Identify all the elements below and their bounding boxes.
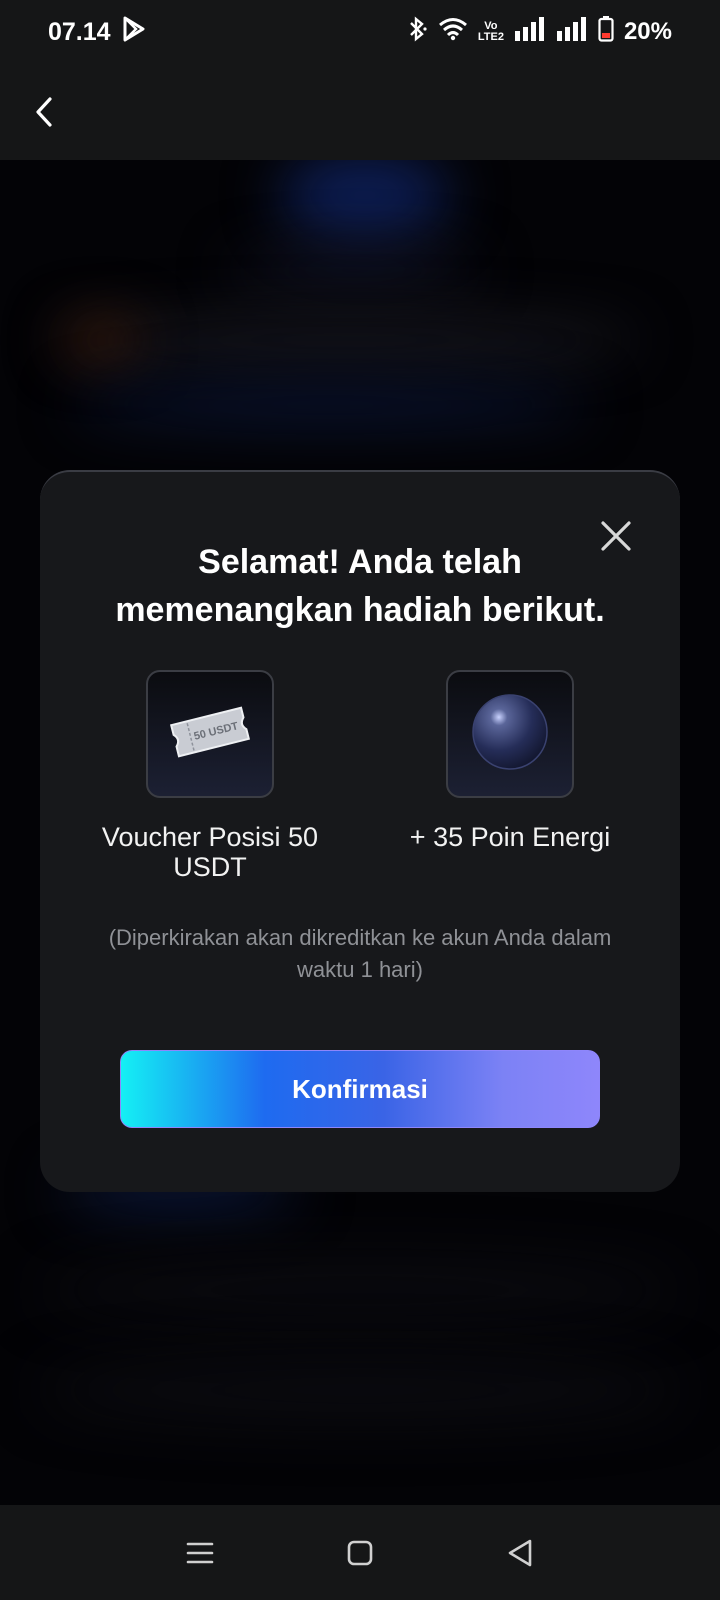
signal-icon xyxy=(514,16,546,48)
bg-glow xyxy=(70,385,590,425)
back-icon[interactable] xyxy=(490,1523,550,1583)
voucher-ticket-icon: 50 USDT xyxy=(168,702,252,767)
system-nav-bar xyxy=(0,1505,720,1600)
chevron-left-icon[interactable] xyxy=(24,92,64,132)
confirm-button[interactable]: Konfirmasi xyxy=(120,1050,600,1128)
menu-icon[interactable] xyxy=(170,1523,230,1583)
reward-tile: 50 USDT xyxy=(146,670,274,798)
reward-label: + 35 Poin Energi xyxy=(409,822,611,852)
status-time: 07.14 xyxy=(48,17,111,46)
reward-item: 50 USDT Voucher Posisi 50 USDT xyxy=(80,670,340,882)
status-bar: 07.14 Vo LTE2 20% xyxy=(0,0,720,64)
reward-tile xyxy=(446,670,574,798)
status-right: Vo LTE2 20% xyxy=(406,15,672,49)
bg-glow xyxy=(40,1260,680,1320)
battery-icon xyxy=(598,15,614,49)
header xyxy=(0,64,720,160)
volte-bottom-label: LTE2 xyxy=(477,31,504,43)
reward-item: + 35 Poin Energi xyxy=(380,670,640,852)
dialog-title: Selamat! Anda telah memenangkan hadiah b… xyxy=(115,543,605,629)
play-store-icon xyxy=(121,15,147,50)
status-left: 07.14 xyxy=(48,15,147,50)
energy-orb-icon xyxy=(470,692,550,777)
bg-glow xyxy=(280,160,450,240)
bg-glow xyxy=(60,320,640,360)
bg-glow xyxy=(230,255,480,285)
wifi-icon xyxy=(438,17,468,48)
battery-percent: 20% xyxy=(623,18,672,45)
signal-icon-2 xyxy=(556,16,588,48)
bg-glow xyxy=(40,1360,680,1420)
reward-dialog: Selamat! Anda telah memenangkan hadiah b… xyxy=(40,470,680,1192)
bg-glow xyxy=(60,320,140,360)
credit-note: (Diperkirakan akan dikreditkan ke akun A… xyxy=(108,925,612,982)
reward-label: Voucher Posisi 50 USDT xyxy=(101,822,319,882)
home-icon[interactable] xyxy=(330,1523,390,1583)
bluetooth-icon xyxy=(406,15,428,49)
volte-icon: Vo LTE2 xyxy=(478,21,504,43)
